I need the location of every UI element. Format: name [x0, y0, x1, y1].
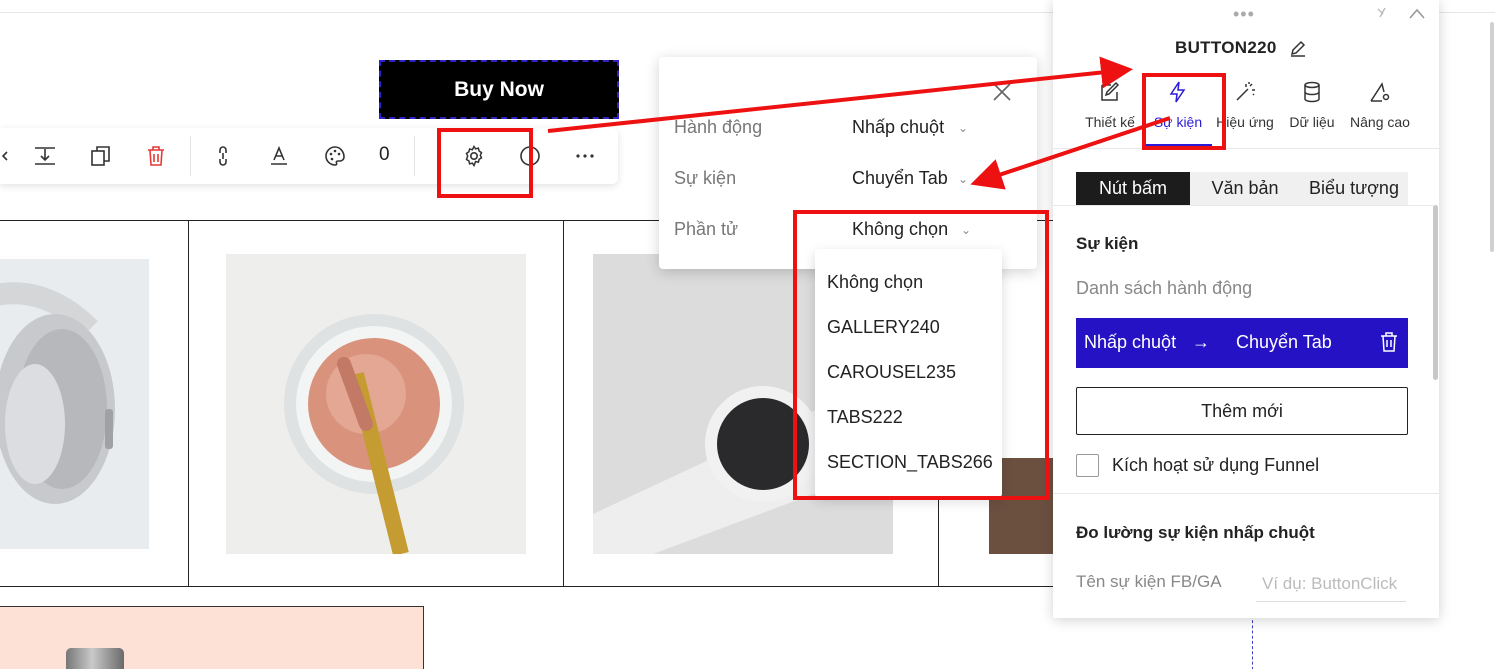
- action-select[interactable]: Nhấp chuột: [852, 117, 944, 138]
- annotation-box: [793, 210, 1049, 500]
- arrow-right-icon: →: [1192, 332, 1210, 352]
- panel-divider: [1053, 205, 1433, 206]
- event-label: Sự kiện: [674, 168, 737, 188]
- align-bottom-icon[interactable]: [30, 141, 60, 171]
- toolbar-counter: 0: [379, 144, 390, 165]
- tab-data[interactable]: Dữ liệu: [1277, 80, 1347, 132]
- action-result: Chuyển Tab: [1236, 332, 1332, 352]
- element-label: Phần tử: [674, 219, 739, 239]
- tracking-section-title: Đo lường sự kiện nhấp chuột: [1076, 523, 1315, 542]
- advanced-settings-icon: [1368, 80, 1392, 104]
- action-trigger: Nhấp chuột: [1084, 332, 1177, 352]
- panel-divider: [1053, 493, 1439, 494]
- drag-handle-icon[interactable]: •••: [1233, 4, 1255, 25]
- makeup-powder-image: [226, 254, 526, 556]
- delete-icon[interactable]: [141, 141, 171, 171]
- tab-label: Dữ liệu: [1289, 114, 1335, 130]
- page-scrollbar[interactable]: [1490, 22, 1494, 252]
- panel-scrollbar[interactable]: [1433, 205, 1438, 380]
- tab-label: Thiết kế: [1085, 114, 1135, 130]
- buy-now-button[interactable]: Buy Now: [379, 60, 619, 119]
- link-icon[interactable]: [208, 141, 238, 171]
- chevron-down-icon[interactable]: ⌄: [958, 172, 968, 186]
- segment-icon[interactable]: Biểu tượng: [1300, 172, 1408, 205]
- funnel-checkbox[interactable]: [1076, 454, 1099, 477]
- tab-label: Nâng cao: [1350, 114, 1410, 130]
- tab-advanced[interactable]: Nâng cao: [1345, 80, 1415, 132]
- grid-divider: [188, 220, 189, 587]
- minimize-icon[interactable]: [1375, 6, 1393, 25]
- more-icon[interactable]: [570, 141, 600, 171]
- tab-design[interactable]: Thiết kế: [1075, 80, 1145, 132]
- pink-banner: [0, 606, 424, 669]
- event-name-label: Tên sự kiện FB/GA: [1076, 572, 1222, 591]
- add-action-button[interactable]: Thêm mới: [1076, 387, 1408, 435]
- chevron-icon[interactable]: [0, 141, 18, 171]
- text-format-icon[interactable]: [264, 141, 294, 171]
- settings-panel: ••• BUTTON220 Thiết kế Sự kiện Hiệu ứng …: [1053, 0, 1439, 618]
- segmented-control: Nút bấm Văn bản Biểu tượng: [1076, 172, 1408, 205]
- edit-title-icon[interactable]: [1288, 38, 1308, 63]
- duplicate-icon[interactable]: [86, 141, 116, 171]
- action-list-label: Danh sách hành động: [1076, 278, 1253, 298]
- chevron-down-icon[interactable]: ⌄: [958, 121, 968, 135]
- annotation-box: [1142, 73, 1226, 150]
- event-section-title: Sự kiện: [1076, 234, 1139, 253]
- trash-icon[interactable]: [1378, 331, 1400, 358]
- funnel-label: Kích hoạt sử dụng Funnel: [1112, 455, 1320, 475]
- element-title: BUTTON220: [1175, 38, 1277, 57]
- close-panel-icon[interactable]: [1407, 6, 1427, 25]
- segment-text[interactable]: Văn bản: [1190, 172, 1300, 205]
- close-icon[interactable]: [991, 81, 1013, 103]
- event-name-input[interactable]: [1256, 566, 1406, 602]
- magic-wand-icon: [1233, 80, 1257, 104]
- headphones-image: [0, 259, 149, 549]
- guide-line: [1252, 615, 1253, 669]
- action-label: Hành động: [674, 117, 763, 137]
- database-icon: [1300, 80, 1324, 104]
- toolbar-separator: [414, 136, 415, 176]
- toolbar-separator: [190, 136, 191, 176]
- product-bottle-image: [66, 648, 124, 669]
- grid-divider: [563, 220, 564, 587]
- palette-icon[interactable]: [320, 141, 350, 171]
- panel-divider: [1053, 148, 1439, 149]
- action-item[interactable]: Nhấp chuột → Chuyển Tab: [1076, 318, 1408, 368]
- event-select[interactable]: Chuyển Tab: [852, 168, 948, 189]
- annotation-box: [437, 128, 533, 198]
- segment-button[interactable]: Nút bấm: [1076, 172, 1190, 205]
- pencil-square-icon: [1098, 80, 1122, 104]
